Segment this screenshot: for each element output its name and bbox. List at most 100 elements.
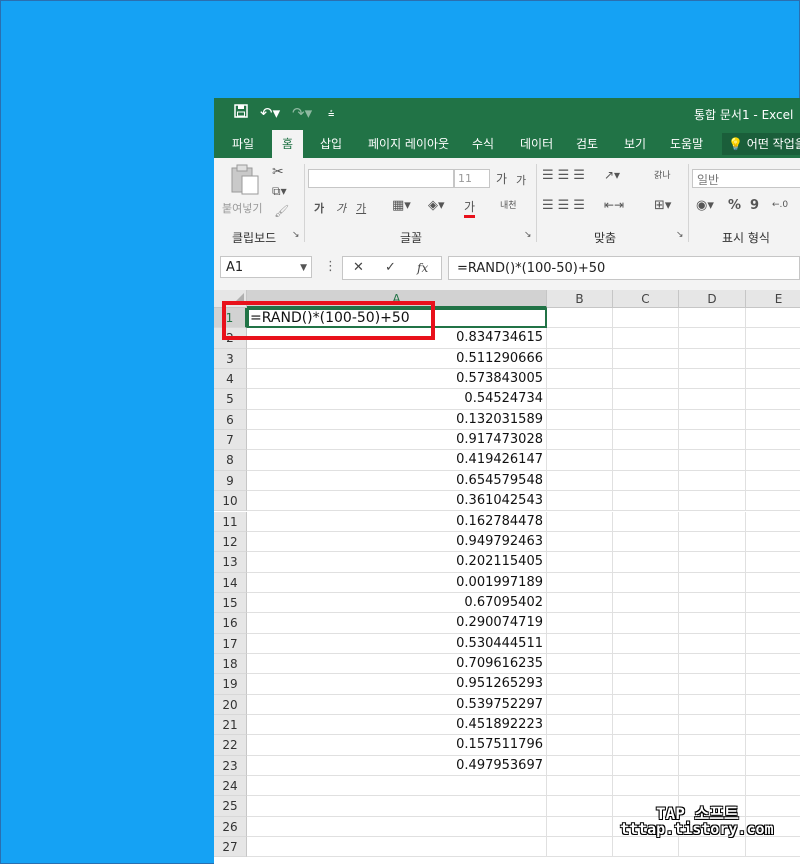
cell-e6[interactable] xyxy=(746,410,800,431)
tab-page-layout[interactable]: 페이지 레이아웃 xyxy=(358,130,459,158)
copy-icon[interactable]: ⧉▾ xyxy=(272,184,287,199)
cell-b11[interactable] xyxy=(547,511,613,532)
cell-d23[interactable] xyxy=(679,755,746,777)
row-header-9[interactable]: 9 xyxy=(214,470,247,492)
cell-d9[interactable] xyxy=(679,470,746,492)
cancel-icon[interactable]: ✕ xyxy=(353,260,364,275)
cell-d11[interactable] xyxy=(679,511,746,532)
cell-b7[interactable] xyxy=(547,430,613,451)
cell-b25[interactable] xyxy=(547,796,613,817)
horizontal-align-icons[interactable]: ☰☰☰ xyxy=(542,198,589,213)
cell-a26[interactable] xyxy=(247,816,547,838)
cell-e15[interactable] xyxy=(746,593,800,614)
underline-button[interactable]: 가 xyxy=(356,200,366,216)
cell-e17[interactable] xyxy=(746,634,800,654)
row-header-16[interactable]: 16 xyxy=(214,613,247,634)
cell-d15[interactable] xyxy=(679,592,746,614)
cell-c24[interactable] xyxy=(613,776,679,797)
cell-a12[interactable]: 0.949792463 xyxy=(247,531,547,553)
cell-e14[interactable] xyxy=(746,573,800,593)
cell-e7[interactable] xyxy=(746,430,800,451)
row-header-20[interactable]: 20 xyxy=(214,694,247,715)
dialog-launcher-icon[interactable]: ↘ xyxy=(292,230,300,240)
cell-e10[interactable] xyxy=(746,491,800,512)
column-header-b[interactable]: B xyxy=(547,290,613,308)
cell-c7[interactable] xyxy=(613,430,679,451)
alignment-dialog-launcher-icon[interactable]: ↘ xyxy=(676,230,684,240)
font-color-button[interactable]: 가 xyxy=(464,198,476,218)
cut-icon[interactable]: ✂ xyxy=(272,164,284,180)
cell-c11[interactable] xyxy=(613,511,679,532)
italic-button[interactable]: 가 xyxy=(336,200,346,216)
cell-e21[interactable] xyxy=(746,715,800,736)
name-box[interactable]: A1 ▼ xyxy=(220,256,312,278)
cell-d10[interactable] xyxy=(679,491,746,512)
column-header-d[interactable]: D xyxy=(679,290,746,308)
insert-function-icon[interactable]: fx xyxy=(417,261,428,275)
cell-a19[interactable]: 0.951265293 xyxy=(247,674,547,695)
cell-a7[interactable]: 0.917473028 xyxy=(247,430,547,451)
cell-c22[interactable] xyxy=(613,735,679,756)
cell-c1[interactable] xyxy=(613,308,679,329)
cell-d21[interactable] xyxy=(679,715,746,736)
cell-d4[interactable] xyxy=(679,369,746,390)
font-dialog-launcher-icon[interactable]: ↘ xyxy=(524,230,532,240)
cell-b8[interactable] xyxy=(547,450,613,471)
bold-button[interactable]: 가 xyxy=(314,200,324,216)
comma-button[interactable]: 9 xyxy=(750,198,759,213)
cell-d6[interactable] xyxy=(679,409,746,431)
vertical-align-icons[interactable]: ☰☰☰ xyxy=(542,168,589,183)
cell-b15[interactable] xyxy=(547,592,613,614)
cell-d1[interactable] xyxy=(679,308,746,329)
cell-b17[interactable] xyxy=(547,633,613,654)
cell-b19[interactable] xyxy=(547,674,613,695)
more-options-icon[interactable]: ⋮ xyxy=(324,259,337,274)
cell-c18[interactable] xyxy=(613,653,679,675)
cell-a11[interactable]: 0.162784478 xyxy=(247,511,547,532)
cell-a27[interactable] xyxy=(247,837,547,858)
cell-e3[interactable] xyxy=(746,349,800,370)
cell-b24[interactable] xyxy=(547,776,613,797)
cell-d18[interactable] xyxy=(679,653,746,675)
cell-b4[interactable] xyxy=(547,369,613,390)
row-header-27[interactable]: 27 xyxy=(214,837,247,858)
cell-c13[interactable] xyxy=(613,552,679,573)
cell-c5[interactable] xyxy=(613,389,679,410)
tab-help[interactable]: 도움말 xyxy=(660,130,713,158)
cell-e8[interactable] xyxy=(746,450,800,471)
cell-a6[interactable]: 0.132031589 xyxy=(247,409,547,431)
column-header-e[interactable]: E xyxy=(746,290,800,308)
increase-decimal-icon[interactable]: ←.0 xyxy=(772,200,788,210)
row-header-12[interactable]: 12 xyxy=(214,531,247,553)
cell-b3[interactable] xyxy=(547,348,613,370)
cell-a25[interactable] xyxy=(247,796,547,817)
tab-data[interactable]: 데이터 xyxy=(510,130,563,158)
row-header-23[interactable]: 23 xyxy=(214,755,247,777)
cell-c19[interactable] xyxy=(613,674,679,695)
accounting-format-icon[interactable]: ◉▾ xyxy=(696,198,714,213)
cell-b5[interactable] xyxy=(547,389,613,410)
fill-color-icon[interactable]: ◈▾ xyxy=(428,198,445,213)
cell-d14[interactable] xyxy=(679,572,746,593)
cell-c12[interactable] xyxy=(613,531,679,553)
cell-a4[interactable]: 0.573843005 xyxy=(247,369,547,390)
row-header-14[interactable]: 14 xyxy=(214,572,247,593)
cell-e25[interactable] xyxy=(746,796,800,817)
cell-d5[interactable] xyxy=(679,389,746,410)
row-header-5[interactable]: 5 xyxy=(214,389,247,410)
tab-formulas[interactable]: 수식 xyxy=(462,130,504,158)
row-header-18[interactable]: 18 xyxy=(214,653,247,675)
merge-center-icon[interactable]: ⊞▾ xyxy=(654,198,671,213)
borders-icon[interactable]: ▦▾ xyxy=(392,198,411,213)
cell-a13[interactable]: 0.202115405 xyxy=(247,552,547,573)
cell-a24[interactable] xyxy=(247,776,547,797)
cell-d12[interactable] xyxy=(679,531,746,553)
row-header-4[interactable]: 4 xyxy=(214,369,247,390)
cell-b22[interactable] xyxy=(547,735,613,756)
cell-e20[interactable] xyxy=(746,695,800,715)
cell-e13[interactable] xyxy=(746,552,800,573)
cell-e22[interactable] xyxy=(746,735,800,756)
row-header-8[interactable]: 8 xyxy=(214,450,247,471)
cell-a5[interactable]: 0.54524734 xyxy=(247,389,547,410)
row-header-11[interactable]: 11 xyxy=(214,511,247,532)
